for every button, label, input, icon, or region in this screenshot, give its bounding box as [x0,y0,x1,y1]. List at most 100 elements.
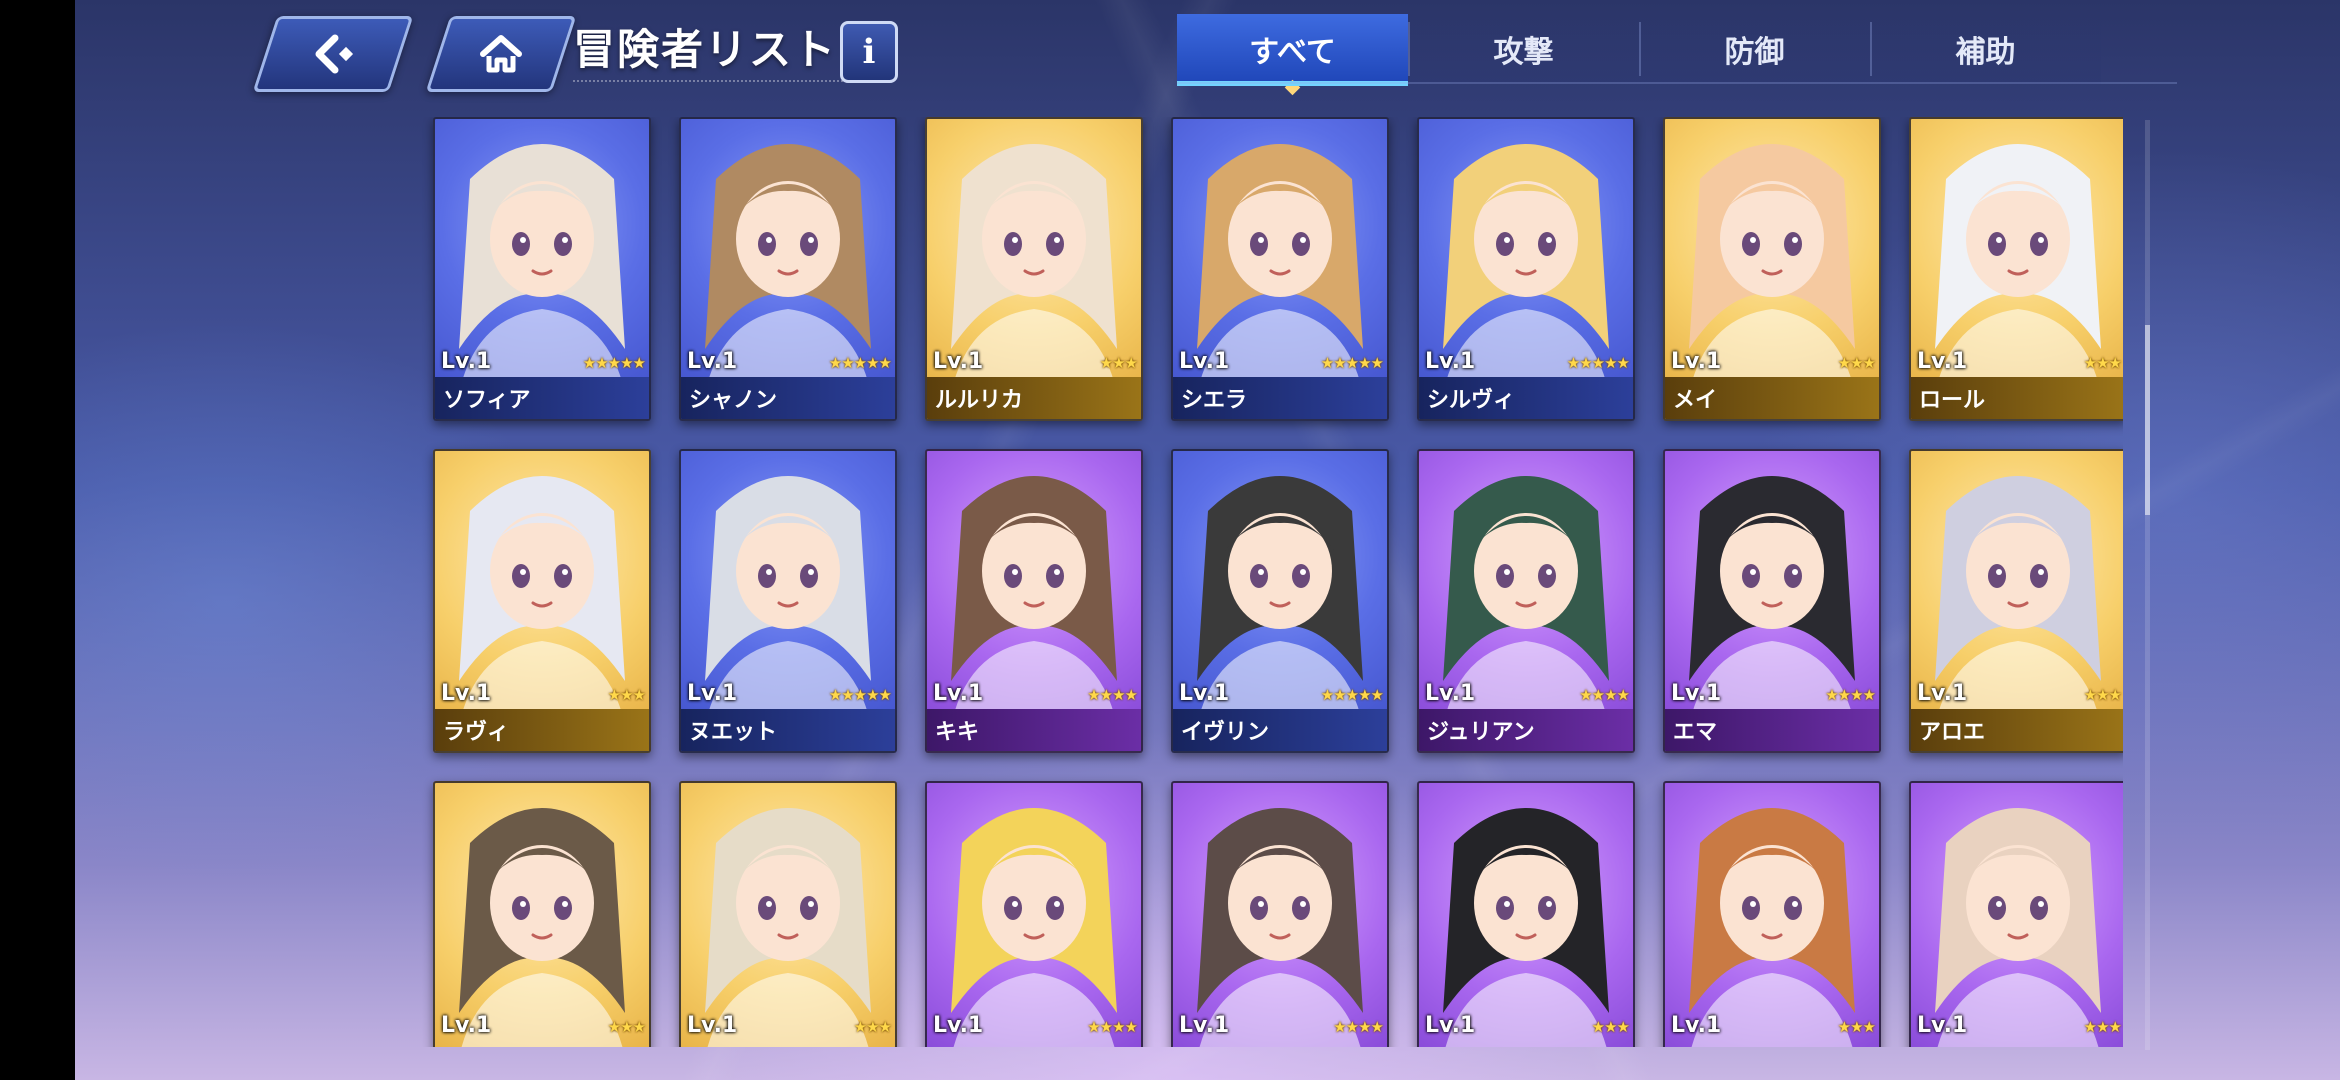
tabs-divider [1177,82,2177,84]
info-button[interactable]: i [840,21,898,83]
adventurer-portrait [1931,144,2105,419]
level-label: Lv.1 [1917,1013,1968,1038]
home-icon [477,32,525,76]
adventurer-card[interactable]: Lv.1 ★★★★ [925,781,1143,1047]
rarity-stars: ★★★ [1591,1018,1630,1036]
rarity-stars: ★★★★ [1579,686,1630,704]
rarity-stars: ★★★ [2083,686,2122,704]
adventurer-name: イヴリン [1173,709,1387,751]
adventurer-portrait [1931,476,2105,751]
adventurer-portrait [1439,144,1613,419]
rarity-stars: ★★★★★ [1566,354,1630,372]
rarity-stars: ★★★★ [1087,1018,1138,1036]
adventurer-name: ロール [1911,377,2123,419]
adventurer-card[interactable]: Lv.1 ★★★ ロール [1909,117,2123,421]
rarity-stars: ★★★★ [1333,1018,1384,1036]
rarity-stars: ★★★★ [1825,686,1876,704]
level-label: Lv.1 [687,349,738,374]
adventurer-card[interactable]: Lv.1 ★★★★ キキ [925,449,1143,753]
level-label: Lv.1 [1425,1013,1476,1038]
level-label: Lv.1 [1671,681,1722,706]
adventurer-portrait [1439,476,1613,751]
adventurer-card[interactable]: Lv.1 ★★★ アロエ [1909,449,2123,753]
level-label: Lv.1 [1179,681,1230,706]
adventurer-name: シエラ [1173,377,1387,419]
adventurer-card[interactable]: Lv.1 ★★★ [1663,781,1881,1047]
level-label: Lv.1 [1917,681,1968,706]
adventurer-name: ルルリカ [927,377,1141,419]
adventurer-name: ヌエット [681,709,895,751]
adventurer-card[interactable]: Lv.1 ★★★ [433,781,651,1047]
tab-label: 攻撃 [1493,35,1554,70]
adventurer-card[interactable]: Lv.1 ★★★ メイ [1663,117,1881,421]
level-label: Lv.1 [1425,349,1476,374]
adventurer-portrait [705,808,871,1047]
rarity-stars: ★★★ [853,1018,892,1036]
adventurer-card[interactable]: Lv.1 ★★★★★ シャノン [679,117,897,421]
level-label: Lv.1 [441,349,492,374]
adventurer-name: エマ [1665,709,1879,751]
level-label: Lv.1 [933,1013,984,1038]
adventurer-card[interactable]: Lv.1 ★★★ ラヴィ [433,449,651,753]
rarity-stars: ★★★★★ [1320,354,1384,372]
rarity-stars: ★★★ [607,1018,646,1036]
adventurer-card[interactable]: Lv.1 ★★★★★ ヌエット [679,449,897,753]
adventurer-card[interactable]: Lv.1 ★★★ ルルリカ [925,117,1143,421]
adventurer-name: シルヴィ [1419,377,1633,419]
adventurer-portrait [1685,144,1859,419]
adventurer-card[interactable]: Lv.1 ★★★ [679,781,897,1047]
adventurer-card[interactable]: Lv.1 ★★★ [1417,781,1635,1047]
rarity-stars: ★★★★★ [828,354,892,372]
adventurer-name: アロエ [1911,709,2123,751]
adventurer-portrait [701,144,875,419]
level-label: Lv.1 [687,1013,738,1038]
home-button[interactable] [425,16,577,92]
back-button[interactable] [252,16,414,92]
adventurer-portrait [951,808,1117,1047]
adventurer-name: ラヴィ [435,709,649,751]
level-label: Lv.1 [441,1013,492,1038]
level-label: Lv.1 [1671,349,1722,374]
level-label: Lv.1 [1917,349,1968,374]
adventurer-name: メイ [1665,377,1879,419]
adventurer-name: ジュリアン [1419,709,1633,751]
level-label: Lv.1 [933,681,984,706]
adventurer-card[interactable]: Lv.1 ★★★★★ シルヴィ [1417,117,1635,421]
tab-label: 補助 [1955,35,2016,70]
adventurer-portrait [455,144,629,419]
tab-3[interactable]: 補助 [1870,14,2101,84]
rarity-stars: ★★★ [1837,1018,1876,1036]
adventurer-portrait [1443,808,1609,1047]
adventurer-name: キキ [927,709,1141,751]
adventurer-portrait [947,476,1121,751]
adventurer-card[interactable]: Lv.1 ★★★★★ イヴリン [1171,449,1389,753]
adventurer-card[interactable]: Lv.1 ★★★★ エマ [1663,449,1881,753]
adventurer-name: シャノン [681,377,895,419]
level-label: Lv.1 [1425,681,1476,706]
adventurer-card[interactable]: Lv.1 ★★★★★ ソフィア [433,117,651,421]
top-bar: 冒険者リスト i すべて 攻撃 防御 補助 [75,0,2340,100]
grid-scrollbar[interactable] [2145,120,2150,1050]
rarity-stars: ★★★ [2083,354,2122,372]
level-label: Lv.1 [1179,349,1230,374]
rarity-stars: ★★★★★ [828,686,892,704]
tab-1[interactable]: 攻撃 [1408,14,1639,84]
adventurer-name: ソフィア [435,377,649,419]
adventurer-portrait [1193,476,1367,751]
scrollbar-thumb[interactable] [2145,325,2150,515]
adventurer-card[interactable]: Lv.1 ★★★★★ シエラ [1171,117,1389,421]
adventurer-card[interactable]: Lv.1 ★★★ [1909,781,2123,1047]
adventurer-card[interactable]: Lv.1 ★★★★ [1171,781,1389,1047]
level-label: Lv.1 [441,681,492,706]
rarity-stars: ★★★ [1099,354,1138,372]
back-arrow-icon [305,32,361,76]
tab-2[interactable]: 防御 [1639,14,1870,84]
tab-0[interactable]: すべて [1177,14,1408,96]
adventurer-card[interactable]: Lv.1 ★★★★ ジュリアン [1417,449,1635,753]
game-screen: 冒険者リスト i すべて 攻撃 防御 補助 Lv.1 ★★★★★ ソフィア Lv.1 ★★★★… [75,0,2340,1080]
rarity-stars: ★★★★★ [582,354,646,372]
adventurer-portrait [701,476,875,751]
level-label: Lv.1 [933,349,984,374]
rarity-stars: ★★★ [2083,1018,2122,1036]
adventurer-portrait [1193,144,1367,419]
